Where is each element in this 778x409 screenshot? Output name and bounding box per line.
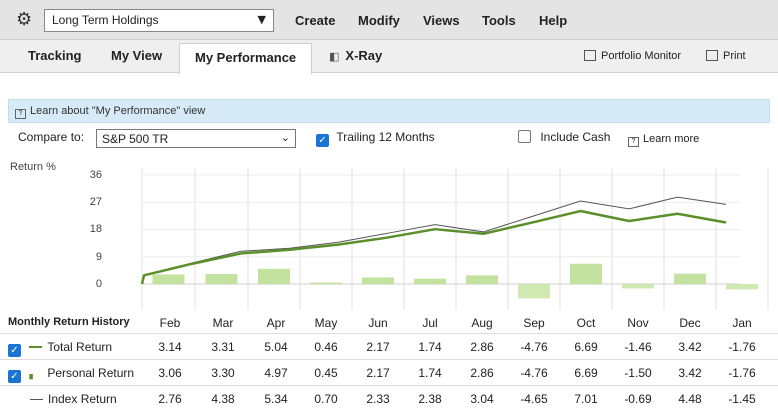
table-cell: -1.46 — [624, 340, 652, 354]
gray-line-legend-icon — [30, 399, 43, 400]
table-cell: 5.04 — [264, 340, 288, 354]
table-cell: 1.74 — [418, 366, 442, 380]
table-cell: 2.86 — [470, 340, 494, 354]
month-header: Oct — [576, 316, 596, 330]
monthly-return-bar — [152, 274, 185, 284]
personal-return-label-group: ✓ ▖ Personal Return — [8, 366, 134, 383]
table-cell: -4.76 — [520, 340, 548, 354]
month-header: May — [314, 316, 338, 330]
table-cell: 4.38 — [211, 392, 235, 406]
table-cell: 5.34 — [264, 392, 288, 406]
monthly-return-bar — [466, 275, 498, 284]
table-cell: 2.76 — [158, 392, 182, 406]
month-header: Jan — [732, 316, 752, 330]
table-header-title: Monthly Return History — [8, 316, 130, 328]
month-header: Jul — [422, 316, 438, 330]
bar-legend-icon: ▖ — [29, 369, 37, 379]
table-cell: -1.50 — [624, 366, 652, 380]
month-header: Jun — [368, 316, 388, 330]
table-cell: 3.04 — [470, 392, 494, 406]
table-cell: 3.42 — [678, 366, 702, 380]
monthly-return-bar — [362, 277, 394, 284]
table-cell: 2.17 — [366, 366, 390, 380]
total-return-checkbox[interactable]: ✓ — [8, 344, 21, 357]
table-cell: -1.45 — [728, 392, 756, 406]
table-cell: 3.31 — [211, 340, 235, 354]
monthly-return-bar — [258, 268, 290, 284]
table-row-index-return: Index Return 2.76 4.38 5.34 0.70 2.33 2.… — [0, 386, 778, 409]
table-cell: 0.70 — [314, 392, 338, 406]
table-cell: 3.14 — [158, 340, 182, 354]
index-return-label: Index Return — [48, 392, 117, 406]
monthly-return-bar — [622, 284, 654, 289]
monthly-return-bar — [414, 278, 446, 284]
table-cell: 3.30 — [211, 366, 235, 380]
monthly-return-bar — [726, 284, 758, 290]
total-return-label: Total Return — [47, 340, 113, 354]
table-cell: 2.17 — [366, 340, 390, 354]
personal-return-label: Personal Return — [47, 366, 135, 380]
personal-return-checkbox[interactable]: ✓ — [8, 370, 21, 383]
table-cell: 3.06 — [158, 366, 182, 380]
table-cell: 4.48 — [678, 392, 702, 406]
table-cell: -4.65 — [520, 392, 548, 406]
monthly-return-bar — [310, 282, 342, 284]
table-cell: -4.76 — [520, 366, 548, 380]
table-row-personal-return: ✓ ▖ Personal Return 3.06 3.30 4.97 0.45 2… — [0, 360, 778, 386]
table-cell: -0.69 — [624, 392, 652, 406]
month-header: Apr — [266, 316, 286, 330]
table-cell: 4.97 — [264, 366, 288, 380]
table-cell: 1.74 — [418, 340, 442, 354]
plot-area — [142, 170, 740, 310]
table-cell: 6.69 — [574, 340, 598, 354]
table-cell: -1.76 — [728, 340, 756, 354]
performance-chart — [140, 168, 769, 310]
green-line-legend-icon — [29, 346, 43, 348]
month-header: Mar — [212, 316, 234, 330]
table-cell: 7.01 — [574, 392, 598, 406]
monthly-return-bar — [570, 263, 602, 284]
table-cell: -1.76 — [728, 366, 756, 380]
table-row-total-return: ✓ Total Return 3.14 3.31 5.04 0.46 2.17 … — [0, 334, 778, 360]
monthly-return-bar — [674, 273, 706, 284]
table-cell: 2.38 — [418, 392, 442, 406]
monthly-return-bar — [518, 284, 550, 299]
table-cell: 6.69 — [574, 366, 598, 380]
month-header: Dec — [679, 316, 701, 330]
total-return-label-group: ✓ Total Return — [8, 340, 112, 357]
month-header: Feb — [159, 316, 181, 330]
month-header: Sep — [523, 316, 545, 330]
table-cell: 0.46 — [314, 340, 338, 354]
month-header: Aug — [471, 316, 493, 330]
index-return-label-group: Index Return — [8, 392, 117, 406]
table-cell: 0.45 — [314, 366, 338, 380]
month-header: Nov — [627, 316, 649, 330]
table-cell: 3.42 — [678, 340, 702, 354]
monthly-return-bar — [205, 273, 238, 284]
table-cell: 2.86 — [470, 366, 494, 380]
table-cell: 2.33 — [366, 392, 390, 406]
table-header-row: Monthly Return History Feb Mar Apr May J… — [0, 310, 778, 334]
